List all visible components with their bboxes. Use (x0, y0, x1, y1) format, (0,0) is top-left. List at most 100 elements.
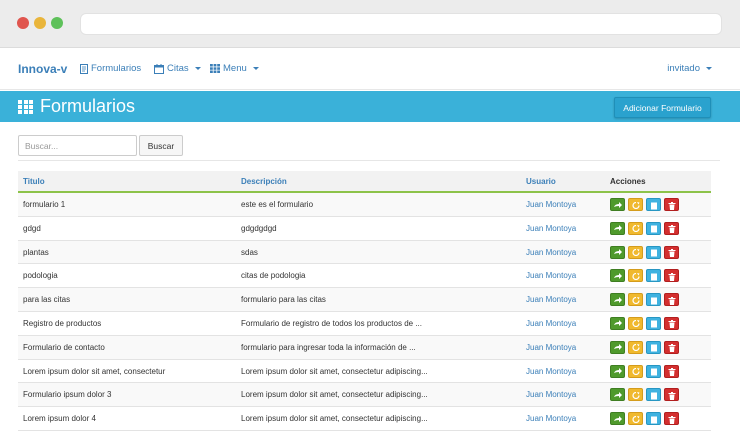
chevron-down-icon (194, 67, 201, 70)
column-header-acciones: Acciones (610, 177, 646, 186)
cell-usuario-link[interactable]: Juan Montoya (526, 271, 576, 280)
delete-button[interactable] (664, 198, 679, 211)
edit-button[interactable] (628, 221, 643, 235)
nav-citas-label: Citas (167, 63, 189, 74)
table-row: Lorem ipsum dolor sit amet, consectetur … (18, 360, 711, 384)
edit-button[interactable] (628, 269, 643, 283)
open-button[interactable] (610, 412, 625, 426)
add-form-button[interactable]: Adicionar Formulario (614, 97, 711, 118)
view-button[interactable] (646, 245, 661, 259)
column-header-titulo[interactable]: Titulo (23, 177, 45, 186)
cell-usuario-link[interactable]: Juan Montoya (526, 224, 576, 233)
delete-button[interactable] (664, 316, 679, 330)
delete-button[interactable] (664, 269, 679, 283)
minimize-window-dot[interactable] (34, 17, 46, 29)
cell-usuario-link[interactable]: Juan Montoya (526, 319, 576, 328)
cell-descripcion: Lorem ipsum dolor sit amet, consectetur … (241, 414, 428, 424)
navbar: Innova-v Formularios Citas Menu invitado (0, 48, 740, 90)
cell-usuario-link[interactable]: Juan Montoya (526, 414, 576, 423)
view-icon (651, 368, 657, 376)
address-bar[interactable] (80, 13, 722, 35)
cell-usuario-link[interactable]: Juan Montoya (526, 390, 576, 399)
search-input[interactable] (18, 135, 137, 156)
open-button[interactable] (610, 340, 625, 354)
row-actions (610, 245, 679, 259)
edit-button[interactable] (628, 388, 643, 402)
view-icon (651, 392, 657, 400)
arrow-right-icon (614, 415, 622, 422)
view-button[interactable] (646, 221, 661, 235)
cell-titulo: podologia (23, 271, 58, 281)
close-window-dot[interactable] (17, 17, 29, 29)
page-title: Formularios (40, 96, 136, 116)
delete-button[interactable] (664, 221, 679, 235)
view-button[interactable] (646, 412, 661, 426)
table-row: plantas sdas Juan Montoya (18, 240, 711, 265)
open-button[interactable] (610, 293, 625, 307)
edit-icon (632, 391, 640, 399)
forms-table: Titulo Descripción Usuario Acciones form… (18, 171, 711, 431)
search-button[interactable]: Buscar (139, 135, 183, 156)
calendar-icon (154, 63, 164, 74)
open-button[interactable] (610, 198, 625, 211)
edit-button[interactable] (628, 364, 643, 378)
view-button[interactable] (646, 364, 661, 378)
view-button[interactable] (646, 293, 661, 307)
view-button[interactable] (646, 316, 661, 330)
nav-formularios[interactable]: Formularios (80, 63, 141, 74)
arrow-right-icon (614, 272, 622, 279)
user-menu-dropdown[interactable]: invitado (667, 63, 712, 74)
cell-descripcion: formulario para las citas (241, 295, 326, 305)
brand-link[interactable]: Innova-v (18, 62, 67, 76)
cell-usuario-link[interactable]: Juan Montoya (526, 295, 576, 304)
grid-icon (18, 100, 34, 114)
maximize-window-dot[interactable] (51, 17, 63, 29)
document-icon (80, 63, 88, 74)
edit-button[interactable] (628, 340, 643, 354)
cell-titulo: Formulario ipsum dolor 3 (23, 390, 112, 400)
open-button[interactable] (610, 364, 625, 378)
edit-button[interactable] (628, 198, 643, 211)
nav-menu-dropdown[interactable]: Menu (210, 63, 259, 74)
table-row: formulario 1 este es el formulario Juan … (18, 193, 711, 217)
cell-usuario-link[interactable]: Juan Montoya (526, 343, 576, 352)
cell-descripcion: citas de podologia (241, 271, 306, 281)
cell-usuario-link[interactable]: Juan Montoya (526, 248, 576, 257)
edit-icon (632, 415, 640, 423)
column-header-descripcion[interactable]: Descripción (241, 177, 287, 186)
view-button[interactable] (646, 198, 661, 211)
open-button[interactable] (610, 316, 625, 330)
delete-button[interactable] (664, 412, 679, 426)
row-actions (610, 388, 679, 402)
delete-button[interactable] (664, 340, 679, 354)
trash-icon (668, 249, 676, 258)
open-button[interactable] (610, 245, 625, 259)
edit-button[interactable] (628, 293, 643, 307)
cell-usuario-link[interactable]: Juan Montoya (526, 367, 576, 376)
column-header-usuario[interactable]: Usuario (526, 177, 556, 186)
edit-button[interactable] (628, 316, 643, 330)
cell-titulo: para las citas (23, 295, 71, 305)
edit-icon (632, 344, 640, 352)
cell-usuario-link[interactable]: Juan Montoya (526, 200, 576, 209)
cell-descripcion: gdgdgdgd (241, 223, 277, 233)
page-header: Formularios Adicionar Formulario (0, 91, 740, 122)
table-body: formulario 1 este es el formulario Juan … (18, 193, 711, 431)
view-button[interactable] (646, 269, 661, 283)
delete-button[interactable] (664, 293, 679, 307)
cell-titulo: Formulario de contacto (23, 342, 105, 352)
row-actions (610, 364, 679, 378)
nav-citas-dropdown[interactable]: Citas (154, 63, 201, 74)
view-button[interactable] (646, 340, 661, 354)
edit-button[interactable] (628, 245, 643, 259)
open-button[interactable] (610, 269, 625, 283)
open-button[interactable] (610, 388, 625, 402)
view-button[interactable] (646, 388, 661, 402)
edit-button[interactable] (628, 412, 643, 426)
open-button[interactable] (610, 221, 625, 235)
delete-button[interactable] (664, 388, 679, 402)
cell-descripcion: formulario para ingresar toda la informa… (241, 342, 416, 352)
delete-button[interactable] (664, 364, 679, 378)
grid-icon (210, 64, 220, 73)
delete-button[interactable] (664, 245, 679, 259)
